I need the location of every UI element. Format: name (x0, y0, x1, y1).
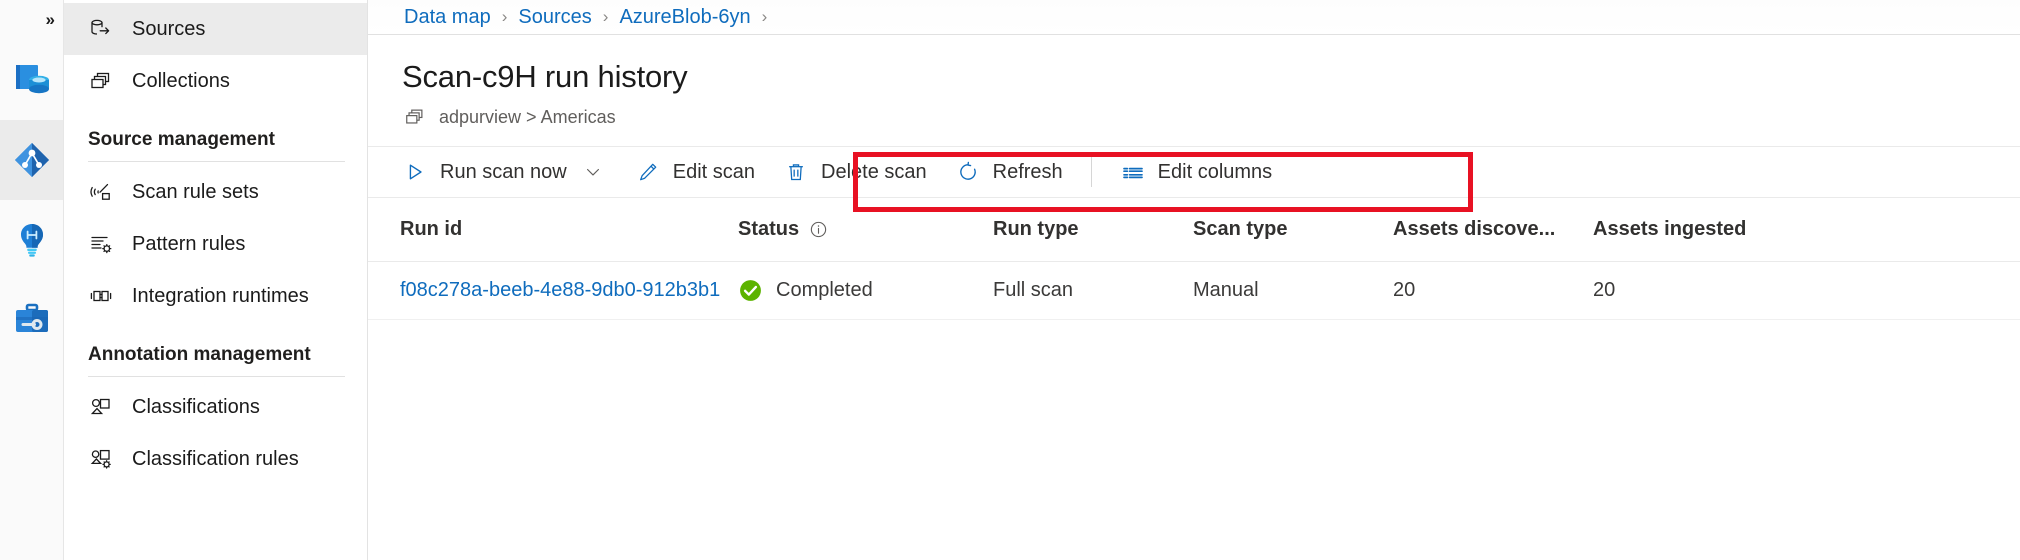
data-insights-icon (12, 220, 52, 260)
breadcrumb: Data map › Sources › AzureBlob-6yn › (368, 0, 2020, 35)
run-scan-now-label: Run scan now (440, 161, 567, 184)
expand-rail-chevrons-icon: » (46, 10, 53, 30)
column-header-assets-ingested[interactable]: Assets ingested (1593, 198, 2020, 262)
trash-icon (783, 159, 809, 185)
column-header-scan-type[interactable]: Scan type (1193, 198, 1393, 262)
refresh-icon (955, 159, 981, 185)
expand-rail-button[interactable]: » (0, 0, 63, 40)
cell-run-id: f08c278a-beeb-4e88-9db0-912b3b1 (368, 262, 738, 320)
table-header-row: Run id Status (368, 198, 2020, 262)
sidebar-item-label: Scan rule sets (132, 181, 259, 204)
breadcrumb-separator-icon: › (603, 7, 609, 27)
sidebar-item-label: Collections (132, 70, 230, 93)
classification-rules-icon (88, 446, 114, 472)
column-header-label: Scan type (1193, 218, 1287, 241)
sidebar-item-label: Pattern rules (132, 233, 245, 256)
refresh-label: Refresh (993, 161, 1063, 184)
sidebar-item-sources[interactable]: Sources (64, 3, 367, 55)
column-header-run-type[interactable]: Run type (993, 198, 1193, 262)
breadcrumb-item-data-map[interactable]: Data map (404, 6, 491, 29)
sidebar-section-source-management: Source management (64, 107, 367, 161)
column-header-run-id[interactable]: Run id (368, 198, 738, 262)
cell-run-type: Full scan (993, 262, 1193, 320)
edit-columns-icon (1120, 159, 1146, 185)
sidebar-divider (88, 161, 345, 162)
run-id-link[interactable]: f08c278a-beeb-4e88-9db0-912b3b1 (400, 279, 738, 302)
column-header-status[interactable]: Status (738, 198, 993, 262)
edit-scan-label: Edit scan (673, 161, 755, 184)
edit-columns-label: Edit columns (1158, 161, 1273, 184)
purview-scan-run-history-page: » (0, 0, 2020, 560)
column-header-label: Assets ingested (1593, 218, 1746, 241)
data-catalog-icon (12, 60, 52, 100)
edit-scan-button[interactable]: Edit scan (621, 147, 769, 197)
toolbar-divider (1091, 157, 1092, 187)
collections-icon (88, 68, 114, 94)
sidebar-item-collections[interactable]: Collections (64, 55, 367, 107)
main-content: Data map › Sources › AzureBlob-6yn › Sca… (368, 0, 2020, 560)
column-header-label: Run type (993, 218, 1079, 241)
status-label: Completed (776, 279, 873, 302)
column-header-label: Status (738, 218, 799, 241)
breadcrumb-separator-icon: › (502, 7, 508, 27)
breadcrumb-separator-icon: › (762, 7, 768, 27)
column-header-label: Run id (400, 218, 462, 241)
rail-item-management[interactable] (0, 280, 63, 360)
rail-item-data-catalog[interactable] (0, 40, 63, 120)
breadcrumb-item-sources[interactable]: Sources (518, 6, 591, 29)
sidebar-item-scan-rule-sets[interactable]: Scan rule sets (64, 166, 367, 218)
edit-columns-button[interactable]: Edit columns (1106, 147, 1287, 197)
sidebar-item-label: Integration runtimes (132, 285, 309, 308)
sidebar-section-annotation-management: Annotation management (64, 322, 367, 376)
data-map-icon (12, 140, 52, 180)
cell-status: Completed (738, 262, 993, 320)
refresh-button[interactable]: Refresh (941, 147, 1077, 197)
classifications-icon (88, 394, 114, 420)
cell-assets-discovered: 20 (1393, 262, 1593, 320)
management-icon (12, 300, 52, 340)
column-header-assets-discovered[interactable]: Assets discove... (1393, 198, 1593, 262)
chevron-down-icon[interactable] (579, 162, 607, 182)
page-header: Scan-c9H run history adpurview > America… (368, 35, 2020, 130)
delete-scan-label: Delete scan (821, 161, 927, 184)
sidebar-item-integration-runtimes[interactable]: Integration runtimes (64, 270, 367, 322)
sidebar-item-pattern-rules[interactable]: Pattern rules (64, 218, 367, 270)
play-icon (402, 159, 428, 185)
sidebar-item-label: Classifications (132, 396, 260, 419)
run-scan-now-button[interactable]: Run scan now (388, 147, 621, 197)
pattern-rules-icon (88, 231, 114, 257)
cell-scan-type: Manual (1193, 262, 1393, 320)
left-icon-rail: » (0, 0, 64, 560)
integration-runtimes-icon (88, 283, 114, 309)
left-nav-panel: Sources Collections Source management (64, 0, 368, 560)
breadcrumb-item-azureblob[interactable]: AzureBlob-6yn (619, 6, 750, 29)
sources-icon (88, 16, 114, 42)
sidebar-item-label: Classification rules (132, 448, 299, 471)
info-icon[interactable] (809, 220, 828, 239)
rail-item-data-map[interactable] (0, 120, 63, 200)
command-bar: Run scan now Edit scan (368, 146, 2020, 198)
rail-item-insights[interactable] (0, 200, 63, 280)
column-header-label: Assets discove... (1393, 218, 1555, 241)
sidebar-item-classification-rules[interactable]: Classification rules (64, 433, 367, 485)
table-row[interactable]: f08c278a-beeb-4e88-9db0-912b3b1 Comp (368, 262, 2020, 320)
sidebar-item-classifications[interactable]: Classifications (64, 381, 367, 433)
success-check-icon (738, 278, 763, 303)
scan-run-history-table: Run id Status (368, 198, 2020, 320)
page-title: Scan-c9H run history (402, 59, 2020, 95)
collection-path: adpurview > Americas (402, 104, 2020, 130)
cell-assets-ingested: 20 (1593, 262, 2020, 320)
delete-scan-button[interactable]: Delete scan (769, 147, 941, 197)
collection-icon (402, 104, 428, 130)
sidebar-divider (88, 376, 345, 377)
sidebar-item-label: Sources (132, 18, 205, 41)
pencil-icon (635, 159, 661, 185)
collection-path-text: adpurview > Americas (439, 107, 616, 128)
scan-rule-sets-icon (88, 179, 114, 205)
